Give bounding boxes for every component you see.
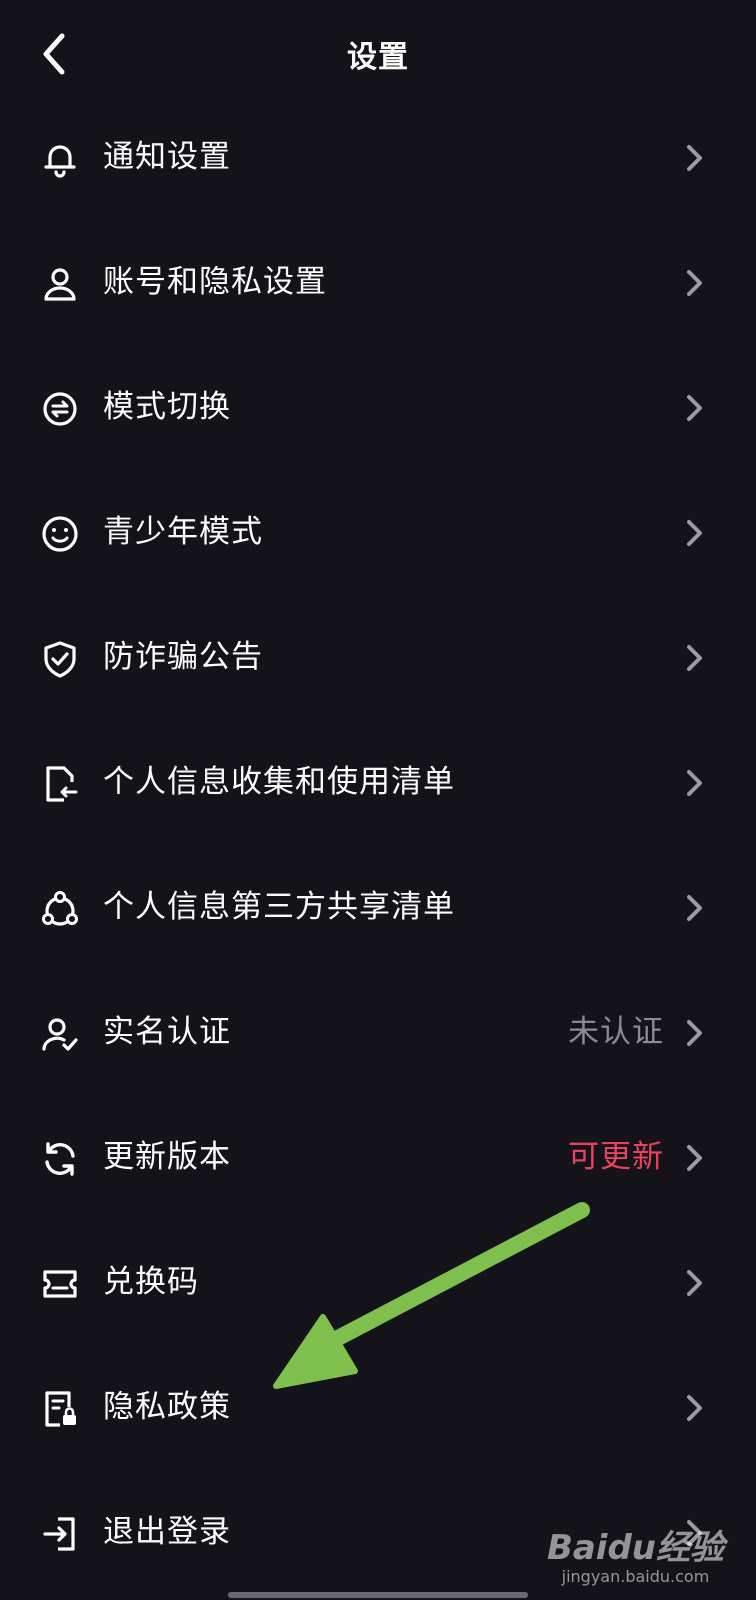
settings-item-label: 隐私政策	[103, 1389, 231, 1425]
page-title: 设置	[347, 40, 409, 75]
watermark: Baidu经验 jingyan.baidu.com	[547, 1528, 724, 1586]
mode-switch-icon	[40, 389, 80, 429]
chevron-right-icon	[687, 145, 702, 171]
settings-item-privacy-policy[interactable]: 隐私政策	[0, 1346, 756, 1471]
settings-item-label: 退出登录	[103, 1514, 231, 1550]
settings-item-label: 更新版本	[103, 1139, 231, 1175]
chevron-right-icon	[687, 1395, 702, 1421]
chevron-right-icon	[687, 645, 702, 671]
update-status: 可更新	[568, 1139, 664, 1175]
document-lock-icon	[40, 1389, 80, 1429]
smiley-icon	[40, 514, 80, 554]
refresh-icon	[40, 1139, 80, 1179]
settings-item-third-party-sharing[interactable]: 个人信息第三方共享清单	[0, 846, 756, 971]
settings-item-label: 个人信息收集和使用清单	[103, 764, 455, 800]
settings-item-teen-mode[interactable]: 青少年模式	[0, 471, 756, 596]
chevron-right-icon	[687, 520, 702, 546]
chevron-right-icon	[687, 395, 702, 421]
chevron-right-icon	[687, 270, 702, 296]
settings-item-anti-fraud[interactable]: 防诈骗公告	[0, 596, 756, 721]
settings-item-redeem-code[interactable]: 兑换码	[0, 1221, 756, 1346]
shield-check-icon	[40, 639, 80, 679]
settings-item-real-name-verification[interactable]: 实名认证 未认证	[0, 971, 756, 1096]
settings-item-label: 兑换码	[103, 1264, 199, 1300]
chevron-right-icon	[687, 770, 702, 796]
settings-item-info-collection[interactable]: 个人信息收集和使用清单	[0, 721, 756, 846]
settings-item-update-version[interactable]: 更新版本 可更新	[0, 1096, 756, 1221]
chevron-right-icon	[687, 1020, 702, 1046]
settings-item-mode-switch[interactable]: 模式切换	[0, 346, 756, 471]
settings-list: 通知设置 账号和隐私设置 模式切换 青少年模式 防诈骗公告 个人信息收集和使用清…	[0, 96, 756, 1596]
home-indicator[interactable]	[228, 1592, 528, 1598]
top-bar: 设置	[0, 0, 756, 110]
chevron-right-icon	[687, 895, 702, 921]
settings-item-label: 账号和隐私设置	[103, 264, 327, 300]
logout-icon	[40, 1514, 80, 1554]
bell-icon	[40, 139, 80, 179]
share-nodes-icon	[40, 889, 80, 929]
document-return-icon	[40, 764, 80, 804]
settings-item-notifications[interactable]: 通知设置	[0, 96, 756, 221]
settings-item-label: 通知设置	[103, 139, 231, 175]
chevron-right-icon	[687, 1145, 702, 1171]
person-icon	[40, 264, 80, 304]
person-verified-icon	[40, 1014, 80, 1054]
watermark-logo: Baidu经验	[546, 1528, 724, 1568]
settings-item-label: 模式切换	[103, 389, 231, 425]
settings-item-account-privacy[interactable]: 账号和隐私设置	[0, 221, 756, 346]
ticket-icon	[40, 1264, 80, 1304]
watermark-site: jingyan.baidu.com	[561, 1567, 710, 1586]
settings-item-label: 实名认证	[103, 1014, 231, 1050]
settings-item-label: 防诈骗公告	[103, 639, 263, 675]
chevron-right-icon	[687, 1270, 702, 1296]
settings-item-label: 个人信息第三方共享清单	[103, 889, 455, 925]
settings-item-label: 青少年模式	[103, 514, 263, 550]
verification-status: 未认证	[568, 1014, 664, 1050]
